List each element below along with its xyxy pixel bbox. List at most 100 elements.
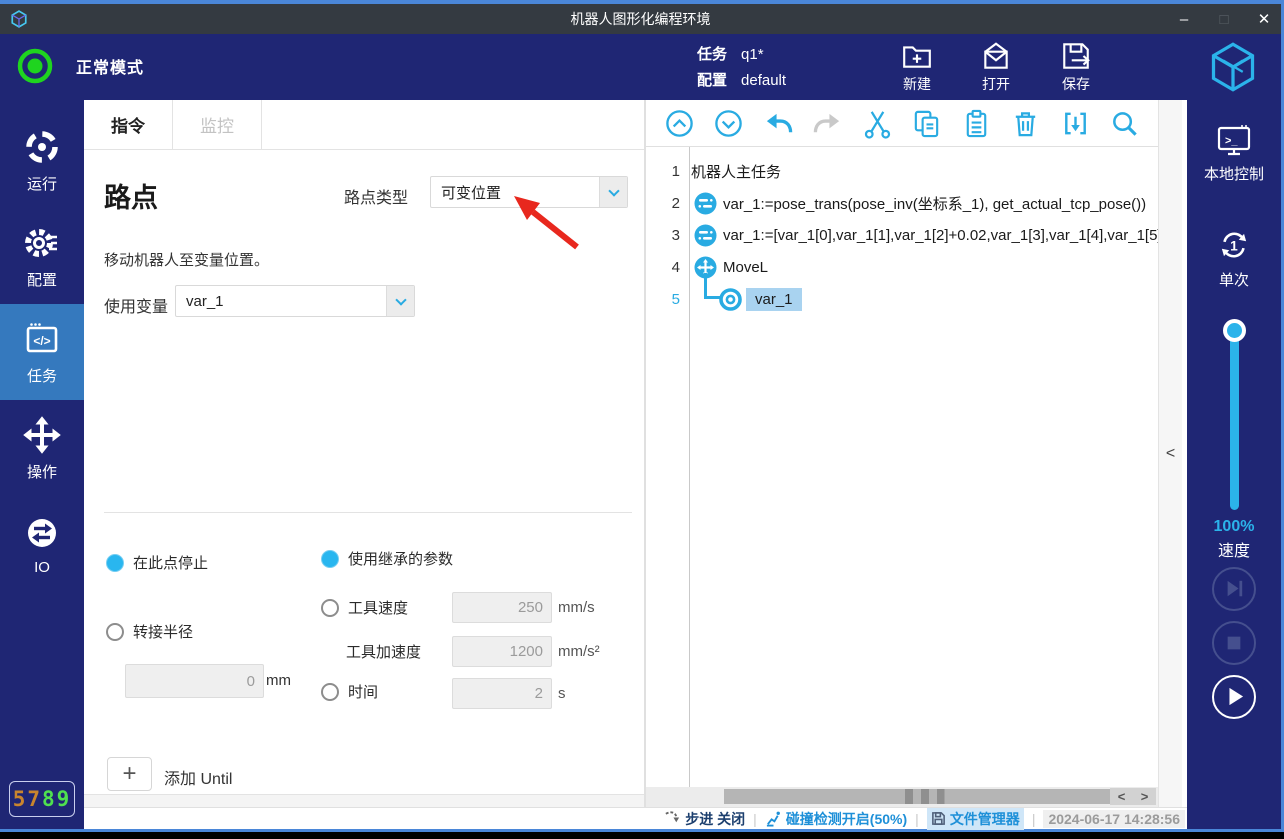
inherit-params-option[interactable]: 使用继承的参数 bbox=[321, 548, 453, 569]
left-sidebar: 运行 配置 </> 任务 bbox=[0, 100, 84, 829]
gear-icon bbox=[22, 223, 62, 263]
program-line-1[interactable]: 1 机器人主任务 bbox=[646, 155, 1158, 187]
time-unit: s bbox=[558, 685, 566, 702]
new-button[interactable]: 新建 bbox=[886, 40, 948, 94]
maximize-button[interactable]: □ bbox=[1215, 11, 1233, 28]
blend-radius-input[interactable]: 0 bbox=[125, 664, 264, 698]
play-button[interactable] bbox=[1212, 675, 1256, 719]
step-forward-icon bbox=[1214, 569, 1254, 609]
speed-slider-track[interactable] bbox=[1230, 330, 1239, 510]
collision-icon bbox=[765, 810, 782, 827]
step-mode-status[interactable]: 步进 关闭 bbox=[664, 809, 745, 829]
program-horizontal-scrollbar[interactable]: < > bbox=[646, 787, 1158, 807]
step-mode-icon bbox=[664, 810, 681, 827]
sidebar-item-task[interactable]: </> 任务 bbox=[0, 304, 84, 400]
plus-icon: + bbox=[122, 760, 136, 788]
status-bar: 步进 关闭 | 碰撞检测开启(50%) | 文件管理器 | 2024-06-17… bbox=[84, 807, 1187, 829]
speed-percent: 100% bbox=[1187, 518, 1281, 536]
program-line-2[interactable]: 2 var_1:=pose_trans(pose_inv(坐标系_1), get… bbox=[646, 187, 1158, 219]
minimize-button[interactable]: – bbox=[1175, 11, 1193, 28]
collision-status[interactable]: 碰撞检测开启(50%) bbox=[765, 809, 907, 829]
program-line-5[interactable]: 5 var_1 bbox=[646, 283, 1158, 315]
line-text: 机器人主任务 bbox=[691, 161, 781, 182]
save-icon bbox=[1045, 40, 1107, 72]
open-file-icon bbox=[965, 40, 1027, 72]
search-icon[interactable] bbox=[1109, 108, 1140, 139]
chevron-left-icon: < bbox=[1166, 445, 1175, 463]
tool-accel-unit: mm/s² bbox=[558, 643, 600, 660]
step-forward-button[interactable] bbox=[1212, 567, 1256, 611]
file-meta: 任务q1* 配置default bbox=[697, 42, 786, 94]
variable-select[interactable]: var_1 bbox=[175, 285, 415, 317]
config-value: default bbox=[741, 68, 786, 94]
chevron-down-icon[interactable] bbox=[599, 177, 627, 207]
panel-collapse-handle[interactable]: < bbox=[1158, 100, 1182, 807]
close-button[interactable]: ✕ bbox=[1255, 10, 1273, 28]
sidebar-item-config[interactable]: 配置 bbox=[0, 208, 84, 304]
blend-radius-option[interactable]: 转接半径 bbox=[106, 621, 193, 642]
expand-all-icon[interactable] bbox=[713, 108, 744, 139]
redo-icon[interactable] bbox=[812, 108, 843, 139]
radio-selected-icon[interactable] bbox=[106, 554, 124, 572]
program-line-3[interactable]: 3 var_1:=[var_1[0],var_1[1],var_1[2]+0.0… bbox=[646, 219, 1158, 251]
radio-unselected-icon[interactable] bbox=[321, 599, 339, 617]
tool-accel-input[interactable]: 1200 bbox=[452, 636, 552, 667]
stop-button[interactable] bbox=[1212, 621, 1256, 665]
line-text: var_1:=[var_1[0],var_1[1],var_1[2]+0.02,… bbox=[723, 227, 1158, 244]
scroll-left-icon[interactable]: < bbox=[1118, 789, 1126, 804]
cut-icon[interactable] bbox=[862, 108, 893, 139]
variable-value: var_1 bbox=[176, 293, 386, 310]
sidebar-item-io[interactable]: IO bbox=[0, 496, 84, 592]
tool-speed-input[interactable]: 250 bbox=[452, 592, 552, 623]
tab-monitor[interactable]: 监控 bbox=[173, 100, 262, 149]
open-button[interactable]: 打开 bbox=[965, 40, 1027, 94]
local-control-button[interactable]: >_ 本地控制 bbox=[1187, 124, 1281, 184]
sidebar-item-label: 配置 bbox=[27, 269, 57, 290]
radio-unselected-icon[interactable] bbox=[106, 623, 124, 641]
counter-green: 89 bbox=[42, 787, 71, 811]
speed-slider-thumb[interactable] bbox=[1223, 319, 1246, 342]
tab-bar: 指令 监控 bbox=[84, 100, 644, 150]
file-manager-button[interactable]: 文件管理器 bbox=[927, 808, 1024, 830]
time-option[interactable]: 时间 bbox=[321, 681, 378, 702]
page-title: 路点 bbox=[104, 176, 158, 215]
tab-instruction[interactable]: 指令 bbox=[84, 100, 173, 149]
undo-icon[interactable] bbox=[763, 108, 794, 139]
svg-text:</>: </> bbox=[33, 334, 50, 348]
save-button[interactable]: 保存 bbox=[1045, 40, 1107, 94]
add-until-button[interactable]: + bbox=[107, 757, 152, 791]
waypoint-type-select[interactable]: 可变位置 bbox=[430, 176, 628, 208]
tool-speed-option[interactable]: 工具速度 bbox=[321, 597, 408, 618]
assign-icon bbox=[694, 224, 717, 247]
stop-here-option[interactable]: 在此点停止 bbox=[106, 552, 208, 573]
collapse-all-icon[interactable] bbox=[664, 108, 695, 139]
play-icon bbox=[1214, 677, 1254, 717]
time-input[interactable]: 2 bbox=[452, 678, 552, 709]
single-run-button[interactable]: 1 单次 bbox=[1187, 226, 1281, 290]
line-text: MoveL bbox=[723, 259, 768, 276]
blend-radius-value: 0 bbox=[247, 673, 255, 690]
insert-icon[interactable] bbox=[1060, 108, 1091, 139]
sidebar-item-operate[interactable]: 操作 bbox=[0, 400, 84, 496]
time-label: 时间 bbox=[348, 681, 378, 702]
delete-icon[interactable] bbox=[1010, 108, 1041, 139]
scroll-right-icon[interactable]: > bbox=[1141, 789, 1149, 804]
sidebar-item-run[interactable]: 运行 bbox=[0, 112, 84, 208]
titlebar: 机器人图形化编程环境 – □ ✕ bbox=[0, 4, 1281, 34]
radio-unselected-icon[interactable] bbox=[321, 683, 339, 701]
main-horizontal-scrollbar[interactable] bbox=[84, 794, 644, 807]
file-manager-icon bbox=[931, 811, 946, 826]
sidebar-item-label: 运行 bbox=[27, 173, 57, 194]
scrollbar-thumb[interactable] bbox=[724, 789, 1118, 804]
instruction-panel: 指令 监控 路点 路点类型 可变位置 移动机器人至变量位置。 使用变量 var_… bbox=[84, 100, 645, 807]
waypoint-type-value: 可变位置 bbox=[431, 182, 599, 203]
program-line-4[interactable]: 4 MoveL bbox=[646, 251, 1158, 283]
paste-icon[interactable] bbox=[961, 108, 992, 139]
right-sidebar: >_ 本地控制 1 单次 100% 速度 bbox=[1187, 100, 1281, 829]
radio-selected-icon[interactable] bbox=[321, 550, 339, 568]
chevron-down-icon[interactable] bbox=[386, 286, 414, 316]
sidebar-item-label: IO bbox=[34, 559, 50, 576]
open-button-label: 打开 bbox=[965, 74, 1027, 94]
copy-icon[interactable] bbox=[911, 108, 942, 139]
tool-speed-label: 工具速度 bbox=[348, 597, 408, 618]
